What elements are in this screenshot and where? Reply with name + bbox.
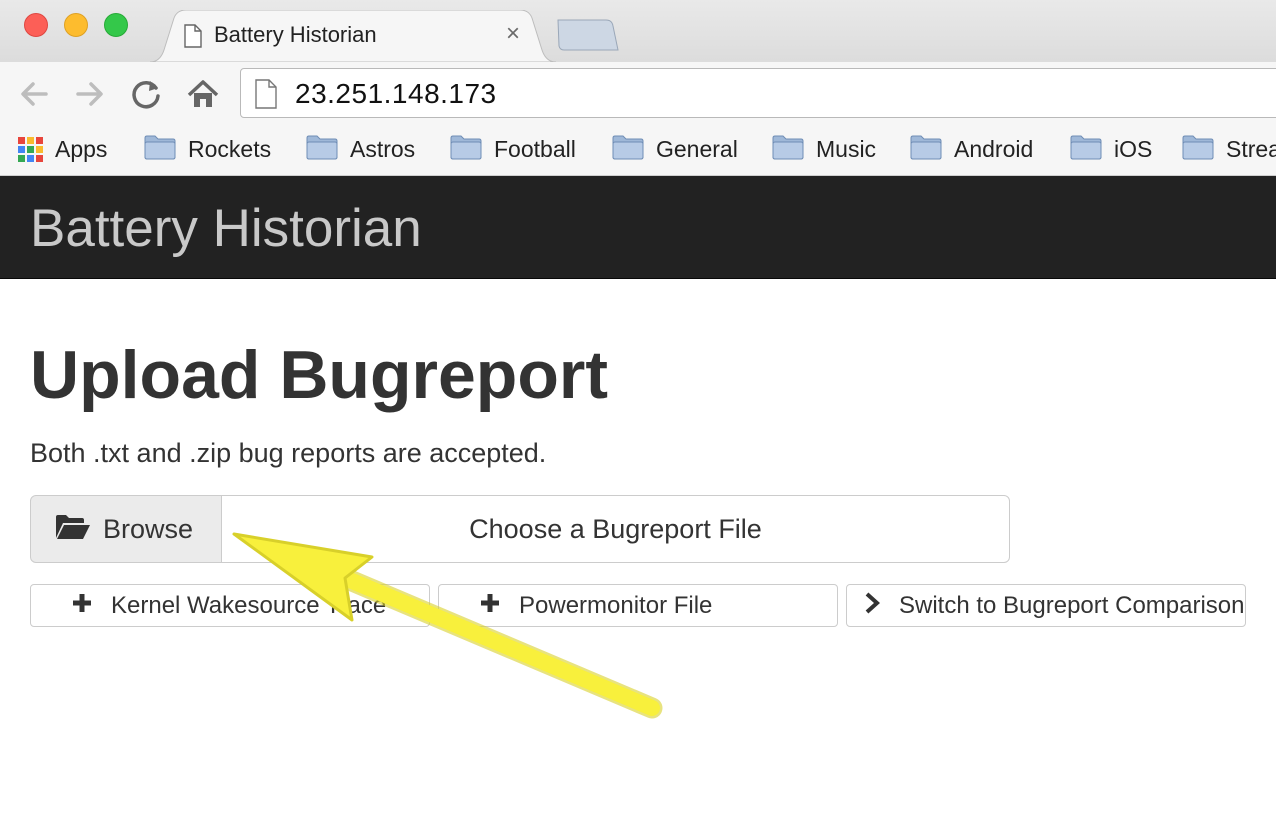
bookmark-label: General [656, 135, 738, 162]
bookmark-label: Astros [350, 135, 416, 162]
url-text[interactable]: 23.251.148.173 [295, 78, 497, 110]
bookmark-label: iOS [1114, 135, 1153, 162]
app-navbar: Battery Historian [0, 176, 1276, 279]
folder-icon [612, 134, 644, 165]
bookmark-ios[interactable]: iOS [1070, 134, 1152, 164]
new-tab-button[interactable] [552, 18, 620, 57]
plus-icon [479, 592, 501, 619]
bookmark-label: Apps [55, 135, 108, 162]
folder-open-icon [55, 514, 91, 545]
powermonitor-file-label: Powermonitor File [519, 591, 713, 619]
bookmark-strea[interactable]: Strea [1182, 134, 1276, 164]
folder-icon [144, 134, 176, 165]
forward-icon[interactable] [72, 76, 108, 112]
window-close-button[interactable] [24, 13, 48, 37]
kernel-wakesource-trace-button[interactable]: Kernel Wakesource Trace [30, 584, 430, 627]
reload-icon[interactable] [128, 76, 164, 112]
bookmark-football[interactable]: Football [450, 134, 576, 164]
chevron-right-icon [863, 592, 881, 619]
bookmark-astros[interactable]: Astros [306, 134, 415, 164]
window-zoom-button[interactable] [104, 13, 128, 37]
bookmarks-bar: Apps Rockets Astros Football General Mus… [0, 124, 1276, 176]
bookmark-android[interactable]: Android [910, 134, 1033, 164]
bookmark-music[interactable]: Music [772, 134, 876, 164]
folder-icon [306, 134, 338, 165]
bugreport-file-field[interactable]: Choose a Bugreport File [221, 495, 1010, 563]
bookmark-label: Football [494, 135, 576, 162]
plus-icon [71, 592, 93, 619]
powermonitor-file-button[interactable]: Powermonitor File [438, 584, 838, 627]
switch-to-comparison-button[interactable]: Switch to Bugreport Comparison [846, 584, 1246, 627]
browse-label: Browse [103, 513, 194, 544]
folder-icon [772, 134, 804, 165]
apps-grid-icon [18, 136, 43, 162]
folder-icon [450, 134, 482, 165]
back-icon[interactable] [16, 76, 52, 112]
bookmark-label: Android [954, 135, 1034, 162]
bookmark-label: Strea [1226, 135, 1276, 162]
switch-to-comparison-label: Switch to Bugreport Comparison [899, 591, 1245, 619]
tab-title: Battery Historian [214, 22, 377, 47]
page-icon [184, 24, 202, 53]
folder-icon [1070, 134, 1102, 165]
browser-tab[interactable]: Battery Historian × [150, 10, 556, 62]
home-icon[interactable] [185, 76, 221, 112]
bookmark-label: Music [816, 135, 877, 162]
navbar-brand[interactable]: Battery Historian [30, 198, 422, 259]
close-tab-icon[interactable]: × [506, 20, 520, 48]
folder-icon [1182, 134, 1214, 165]
bookmark-label: Rockets [188, 135, 272, 162]
bugreport-file-picker: Browse Choose a Bugreport File [30, 495, 1010, 563]
page-title: Upload Bugreport [30, 337, 608, 413]
tab-strip: Battery Historian × [0, 0, 1276, 62]
upload-hint: Both .txt and .zip bug reports are accep… [30, 438, 547, 468]
browser-toolbar: 23.251.148.173 [0, 62, 1276, 124]
page-icon [255, 79, 277, 114]
bookmark-rockets[interactable]: Rockets [144, 134, 271, 164]
browse-button[interactable]: Browse [30, 495, 222, 563]
bookmark-apps[interactable]: Apps [18, 134, 107, 164]
window-minimize-button[interactable] [64, 13, 88, 37]
address-bar[interactable]: 23.251.148.173 [240, 68, 1276, 118]
folder-icon [910, 134, 942, 165]
bookmark-general[interactable]: General [612, 134, 738, 164]
file-field-placeholder: Choose a Bugreport File [469, 513, 762, 544]
kernel-wakesource-trace-label: Kernel Wakesource Trace [111, 591, 387, 619]
